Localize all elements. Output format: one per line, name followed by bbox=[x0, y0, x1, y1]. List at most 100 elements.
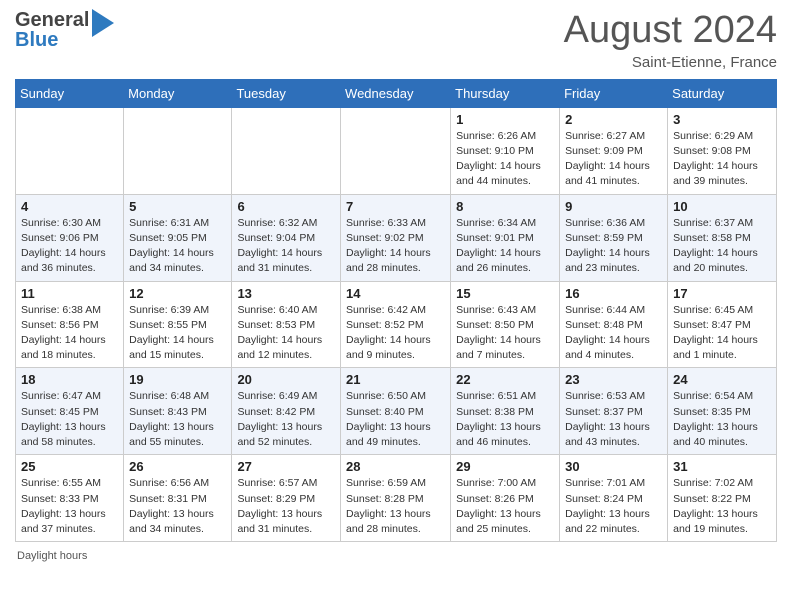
day-info: Sunrise: 6:27 AMSunset: 9:09 PMDaylight:… bbox=[565, 129, 662, 190]
day-number: 24 bbox=[673, 372, 771, 387]
calendar-body: 1 Sunrise: 6:26 AMSunset: 9:10 PMDaylight… bbox=[16, 107, 777, 541]
calendar-cell: 17Sunrise: 6:45 AMSunset: 8:47 PMDayligh… bbox=[668, 281, 777, 368]
day-info: Sunrise: 6:59 AMSunset: 8:28 PMDaylight:… bbox=[346, 476, 445, 537]
weekday-header-row: SundayMondayTuesdayWednesdayThursdayFrid… bbox=[16, 79, 777, 107]
calendar-cell: 12Sunrise: 6:39 AMSunset: 8:55 PMDayligh… bbox=[124, 281, 232, 368]
day-info: Sunrise: 6:49 AMSunset: 8:42 PMDaylight:… bbox=[237, 389, 335, 450]
calendar-week-row: 25 Sunrise: 6:55 AMSunset: 8:33 PMDayligh… bbox=[16, 455, 777, 542]
day-info: Sunrise: 6:55 AMSunset: 8:33 PMDaylight:… bbox=[21, 476, 118, 537]
calendar-cell: 15Sunrise: 6:43 AMSunset: 8:50 PMDayligh… bbox=[451, 281, 560, 368]
day-number: 17 bbox=[673, 286, 771, 301]
day-info: Sunrise: 6:32 AMSunset: 9:04 PMDaylight:… bbox=[237, 216, 335, 277]
weekday-header: Tuesday bbox=[232, 79, 341, 107]
calendar-cell: 14Sunrise: 6:42 AMSunset: 8:52 PMDayligh… bbox=[341, 281, 451, 368]
title-block: August 2024 Saint-Etienne, France bbox=[564, 10, 777, 71]
logo-triangle-icon bbox=[92, 9, 114, 42]
day-info: Sunrise: 6:50 AMSunset: 8:40 PMDaylight:… bbox=[346, 389, 445, 450]
day-number: 2 bbox=[565, 112, 662, 127]
calendar-cell: 7 Sunrise: 6:33 AMSunset: 9:02 PMDaylight… bbox=[341, 194, 451, 281]
footer-text: Daylight hours bbox=[17, 550, 87, 562]
logo-word: General Blue bbox=[15, 10, 89, 50]
header: General Blue August 2024 Saint-Etienne, … bbox=[15, 10, 777, 71]
day-info: Sunrise: 6:31 AMSunset: 9:05 PMDaylight:… bbox=[129, 216, 226, 277]
day-info: Sunrise: 7:00 AMSunset: 8:26 PMDaylight:… bbox=[456, 476, 554, 537]
day-number: 30 bbox=[565, 459, 662, 474]
day-number: 25 bbox=[21, 459, 118, 474]
day-number: 1 bbox=[456, 112, 554, 127]
day-info: Sunrise: 6:43 AMSunset: 8:50 PMDaylight:… bbox=[456, 303, 554, 364]
day-number: 20 bbox=[237, 372, 335, 387]
day-info: Sunrise: 6:40 AMSunset: 8:53 PMDaylight:… bbox=[237, 303, 335, 364]
calendar-cell: 30 Sunrise: 7:01 AMSunset: 8:24 PMDayligh… bbox=[560, 455, 668, 542]
calendar-cell bbox=[341, 107, 451, 194]
day-info: Sunrise: 6:44 AMSunset: 8:48 PMDaylight:… bbox=[565, 303, 662, 364]
day-number: 5 bbox=[129, 199, 226, 214]
day-number: 4 bbox=[21, 199, 118, 214]
day-info: Sunrise: 6:54 AMSunset: 8:35 PMDaylight:… bbox=[673, 389, 771, 450]
day-info: Sunrise: 6:56 AMSunset: 8:31 PMDaylight:… bbox=[129, 476, 226, 537]
calendar-week-row: 11Sunrise: 6:38 AMSunset: 8:56 PMDayligh… bbox=[16, 281, 777, 368]
weekday-header: Saturday bbox=[668, 79, 777, 107]
calendar-header: SundayMondayTuesdayWednesdayThursdayFrid… bbox=[16, 79, 777, 107]
calendar-cell: 9Sunrise: 6:36 AMSunset: 8:59 PMDaylight… bbox=[560, 194, 668, 281]
calendar-cell: 16 Sunrise: 6:44 AMSunset: 8:48 PMDayligh… bbox=[560, 281, 668, 368]
calendar-cell: 2 Sunrise: 6:27 AMSunset: 9:09 PMDaylight… bbox=[560, 107, 668, 194]
day-info: Sunrise: 6:29 AMSunset: 9:08 PMDaylight:… bbox=[673, 129, 771, 190]
day-info: Sunrise: 6:53 AMSunset: 8:37 PMDaylight:… bbox=[565, 389, 662, 450]
month-title: August 2024 bbox=[564, 10, 777, 52]
day-number: 6 bbox=[237, 199, 335, 214]
calendar-cell: 28 Sunrise: 6:59 AMSunset: 8:28 PMDayligh… bbox=[341, 455, 451, 542]
day-info: Sunrise: 6:51 AMSunset: 8:38 PMDaylight:… bbox=[456, 389, 554, 450]
calendar-cell: 29Sunrise: 7:00 AMSunset: 8:26 PMDayligh… bbox=[451, 455, 560, 542]
day-number: 31 bbox=[673, 459, 771, 474]
day-info: Sunrise: 6:57 AMSunset: 8:29 PMDaylight:… bbox=[237, 476, 335, 537]
calendar-cell bbox=[16, 107, 124, 194]
calendar-cell: 4 Sunrise: 6:30 AMSunset: 9:06 PMDaylight… bbox=[16, 194, 124, 281]
calendar-cell: 10Sunrise: 6:37 AMSunset: 8:58 PMDayligh… bbox=[668, 194, 777, 281]
calendar-table: SundayMondayTuesdayWednesdayThursdayFrid… bbox=[15, 79, 777, 542]
day-info: Sunrise: 7:01 AMSunset: 8:24 PMDaylight:… bbox=[565, 476, 662, 537]
logo: General Blue bbox=[15, 10, 114, 50]
day-number: 16 bbox=[565, 286, 662, 301]
weekday-header: Thursday bbox=[451, 79, 560, 107]
calendar-cell bbox=[124, 107, 232, 194]
calendar-cell: 5 Sunrise: 6:31 AMSunset: 9:05 PMDaylight… bbox=[124, 194, 232, 281]
calendar-cell bbox=[232, 107, 341, 194]
weekday-header: Wednesday bbox=[341, 79, 451, 107]
weekday-header: Friday bbox=[560, 79, 668, 107]
weekday-header: Monday bbox=[124, 79, 232, 107]
calendar-cell: 1 Sunrise: 6:26 AMSunset: 9:10 PMDaylight… bbox=[451, 107, 560, 194]
day-number: 28 bbox=[346, 459, 445, 474]
calendar-cell: 25 Sunrise: 6:55 AMSunset: 8:33 PMDayligh… bbox=[16, 455, 124, 542]
calendar-cell: 21 Sunrise: 6:50 AMSunset: 8:40 PMDayligh… bbox=[341, 368, 451, 455]
calendar-week-row: 4 Sunrise: 6:30 AMSunset: 9:06 PMDaylight… bbox=[16, 194, 777, 281]
calendar-week-row: 1 Sunrise: 6:26 AMSunset: 9:10 PMDaylight… bbox=[16, 107, 777, 194]
day-number: 21 bbox=[346, 372, 445, 387]
day-info: Sunrise: 6:38 AMSunset: 8:56 PMDaylight:… bbox=[21, 303, 118, 364]
day-info: Sunrise: 6:26 AMSunset: 9:10 PMDaylight:… bbox=[456, 129, 554, 190]
calendar-cell: 11Sunrise: 6:38 AMSunset: 8:56 PMDayligh… bbox=[16, 281, 124, 368]
calendar-cell: 3 Sunrise: 6:29 AMSunset: 9:08 PMDaylight… bbox=[668, 107, 777, 194]
day-number: 3 bbox=[673, 112, 771, 127]
footer: Daylight hours bbox=[15, 550, 777, 562]
calendar-cell: 8Sunrise: 6:34 AMSunset: 9:01 PMDaylight… bbox=[451, 194, 560, 281]
calendar-cell: 20 Sunrise: 6:49 AMSunset: 8:42 PMDayligh… bbox=[232, 368, 341, 455]
day-number: 27 bbox=[237, 459, 335, 474]
day-number: 19 bbox=[129, 372, 226, 387]
day-number: 22 bbox=[456, 372, 554, 387]
calendar-cell: 26Sunrise: 6:56 AMSunset: 8:31 PMDayligh… bbox=[124, 455, 232, 542]
day-number: 14 bbox=[346, 286, 445, 301]
day-number: 7 bbox=[346, 199, 445, 214]
day-info: Sunrise: 6:36 AMSunset: 8:59 PMDaylight:… bbox=[565, 216, 662, 277]
calendar-cell: 24 Sunrise: 6:54 AMSunset: 8:35 PMDayligh… bbox=[668, 368, 777, 455]
day-info: Sunrise: 6:47 AMSunset: 8:45 PMDaylight:… bbox=[21, 389, 118, 450]
calendar-week-row: 18Sunrise: 6:47 AMSunset: 8:45 PMDayligh… bbox=[16, 368, 777, 455]
day-number: 13 bbox=[237, 286, 335, 301]
day-info: Sunrise: 6:33 AMSunset: 9:02 PMDaylight:… bbox=[346, 216, 445, 277]
logo-line1: General bbox=[15, 10, 89, 30]
page: General Blue August 2024 Saint-Etienne, … bbox=[0, 0, 792, 577]
calendar-cell: 6 Sunrise: 6:32 AMSunset: 9:04 PMDaylight… bbox=[232, 194, 341, 281]
calendar-cell: 19Sunrise: 6:48 AMSunset: 8:43 PMDayligh… bbox=[124, 368, 232, 455]
location: Saint-Etienne, France bbox=[564, 54, 777, 71]
day-info: Sunrise: 6:30 AMSunset: 9:06 PMDaylight:… bbox=[21, 216, 118, 277]
